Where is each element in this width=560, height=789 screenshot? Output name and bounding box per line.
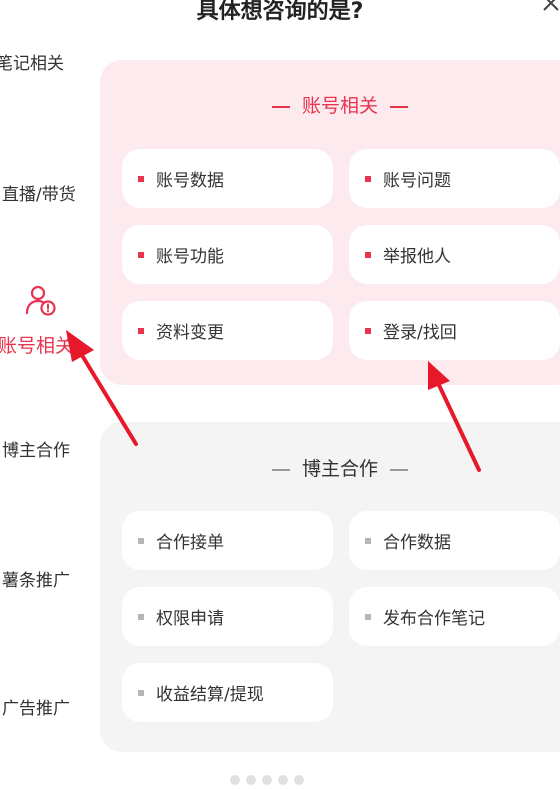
sidebar-item-account[interactable]: 账号相关 [0, 331, 74, 358]
dialog-title: 具体想咨询的是? [196, 0, 364, 24]
bullet [138, 613, 144, 620]
page-dot [246, 775, 256, 785]
account-section-title: 账号相关 [100, 91, 560, 118]
option-publish-coop-note[interactable]: 发布合作笔记 [349, 587, 560, 646]
sidebar-item-shutiao[interactable]: 薯条推广 [2, 566, 70, 591]
option-permission-apply[interactable]: 权限申请 [122, 587, 333, 646]
option-login-recover[interactable]: 登录/找回 [349, 301, 560, 360]
bullet [365, 613, 371, 620]
page-dot [262, 775, 272, 785]
sidebar-item-ads[interactable]: 广告推广 [2, 694, 70, 719]
option-coop-orders[interactable]: 合作接单 [122, 511, 333, 570]
sidebar-item-live[interactable]: 直播/带货 [2, 180, 76, 205]
option-earnings-settlement[interactable]: 收益结算/提现 [122, 663, 333, 722]
blogger-section-title: 博主合作 [100, 454, 560, 481]
page-indicator [230, 770, 350, 785]
option-profile-change[interactable]: 资料变更 [122, 301, 333, 360]
bullet [365, 327, 371, 334]
bullet [138, 175, 144, 182]
page-dot [230, 775, 240, 785]
title-dash-right [390, 105, 408, 108]
page-dot [278, 775, 288, 785]
bullet [138, 251, 144, 258]
option-account-data[interactable]: 账号数据 [122, 149, 333, 208]
title-dash-left [271, 105, 290, 108]
option-account-feature[interactable]: 账号功能 [122, 225, 333, 284]
title-dash-left [271, 468, 290, 471]
option-account-issue[interactable]: 账号问题 [349, 149, 560, 208]
user-alert-icon [25, 285, 56, 316]
title-dash-right [390, 468, 408, 471]
close-icon[interactable] [540, 0, 560, 14]
bullet [365, 175, 371, 182]
bullet [365, 251, 371, 258]
option-report-others[interactable]: 举报他人 [349, 225, 560, 284]
option-coop-data[interactable]: 合作数据 [349, 511, 560, 570]
bullet [138, 689, 144, 696]
bullet [365, 537, 371, 544]
bullet [138, 537, 144, 544]
bullet [138, 327, 144, 334]
sidebar-item-blogger[interactable]: 博主合作 [2, 436, 70, 461]
page-dot [294, 775, 304, 785]
sidebar-item-notes[interactable]: 笔记相关 [0, 49, 64, 74]
